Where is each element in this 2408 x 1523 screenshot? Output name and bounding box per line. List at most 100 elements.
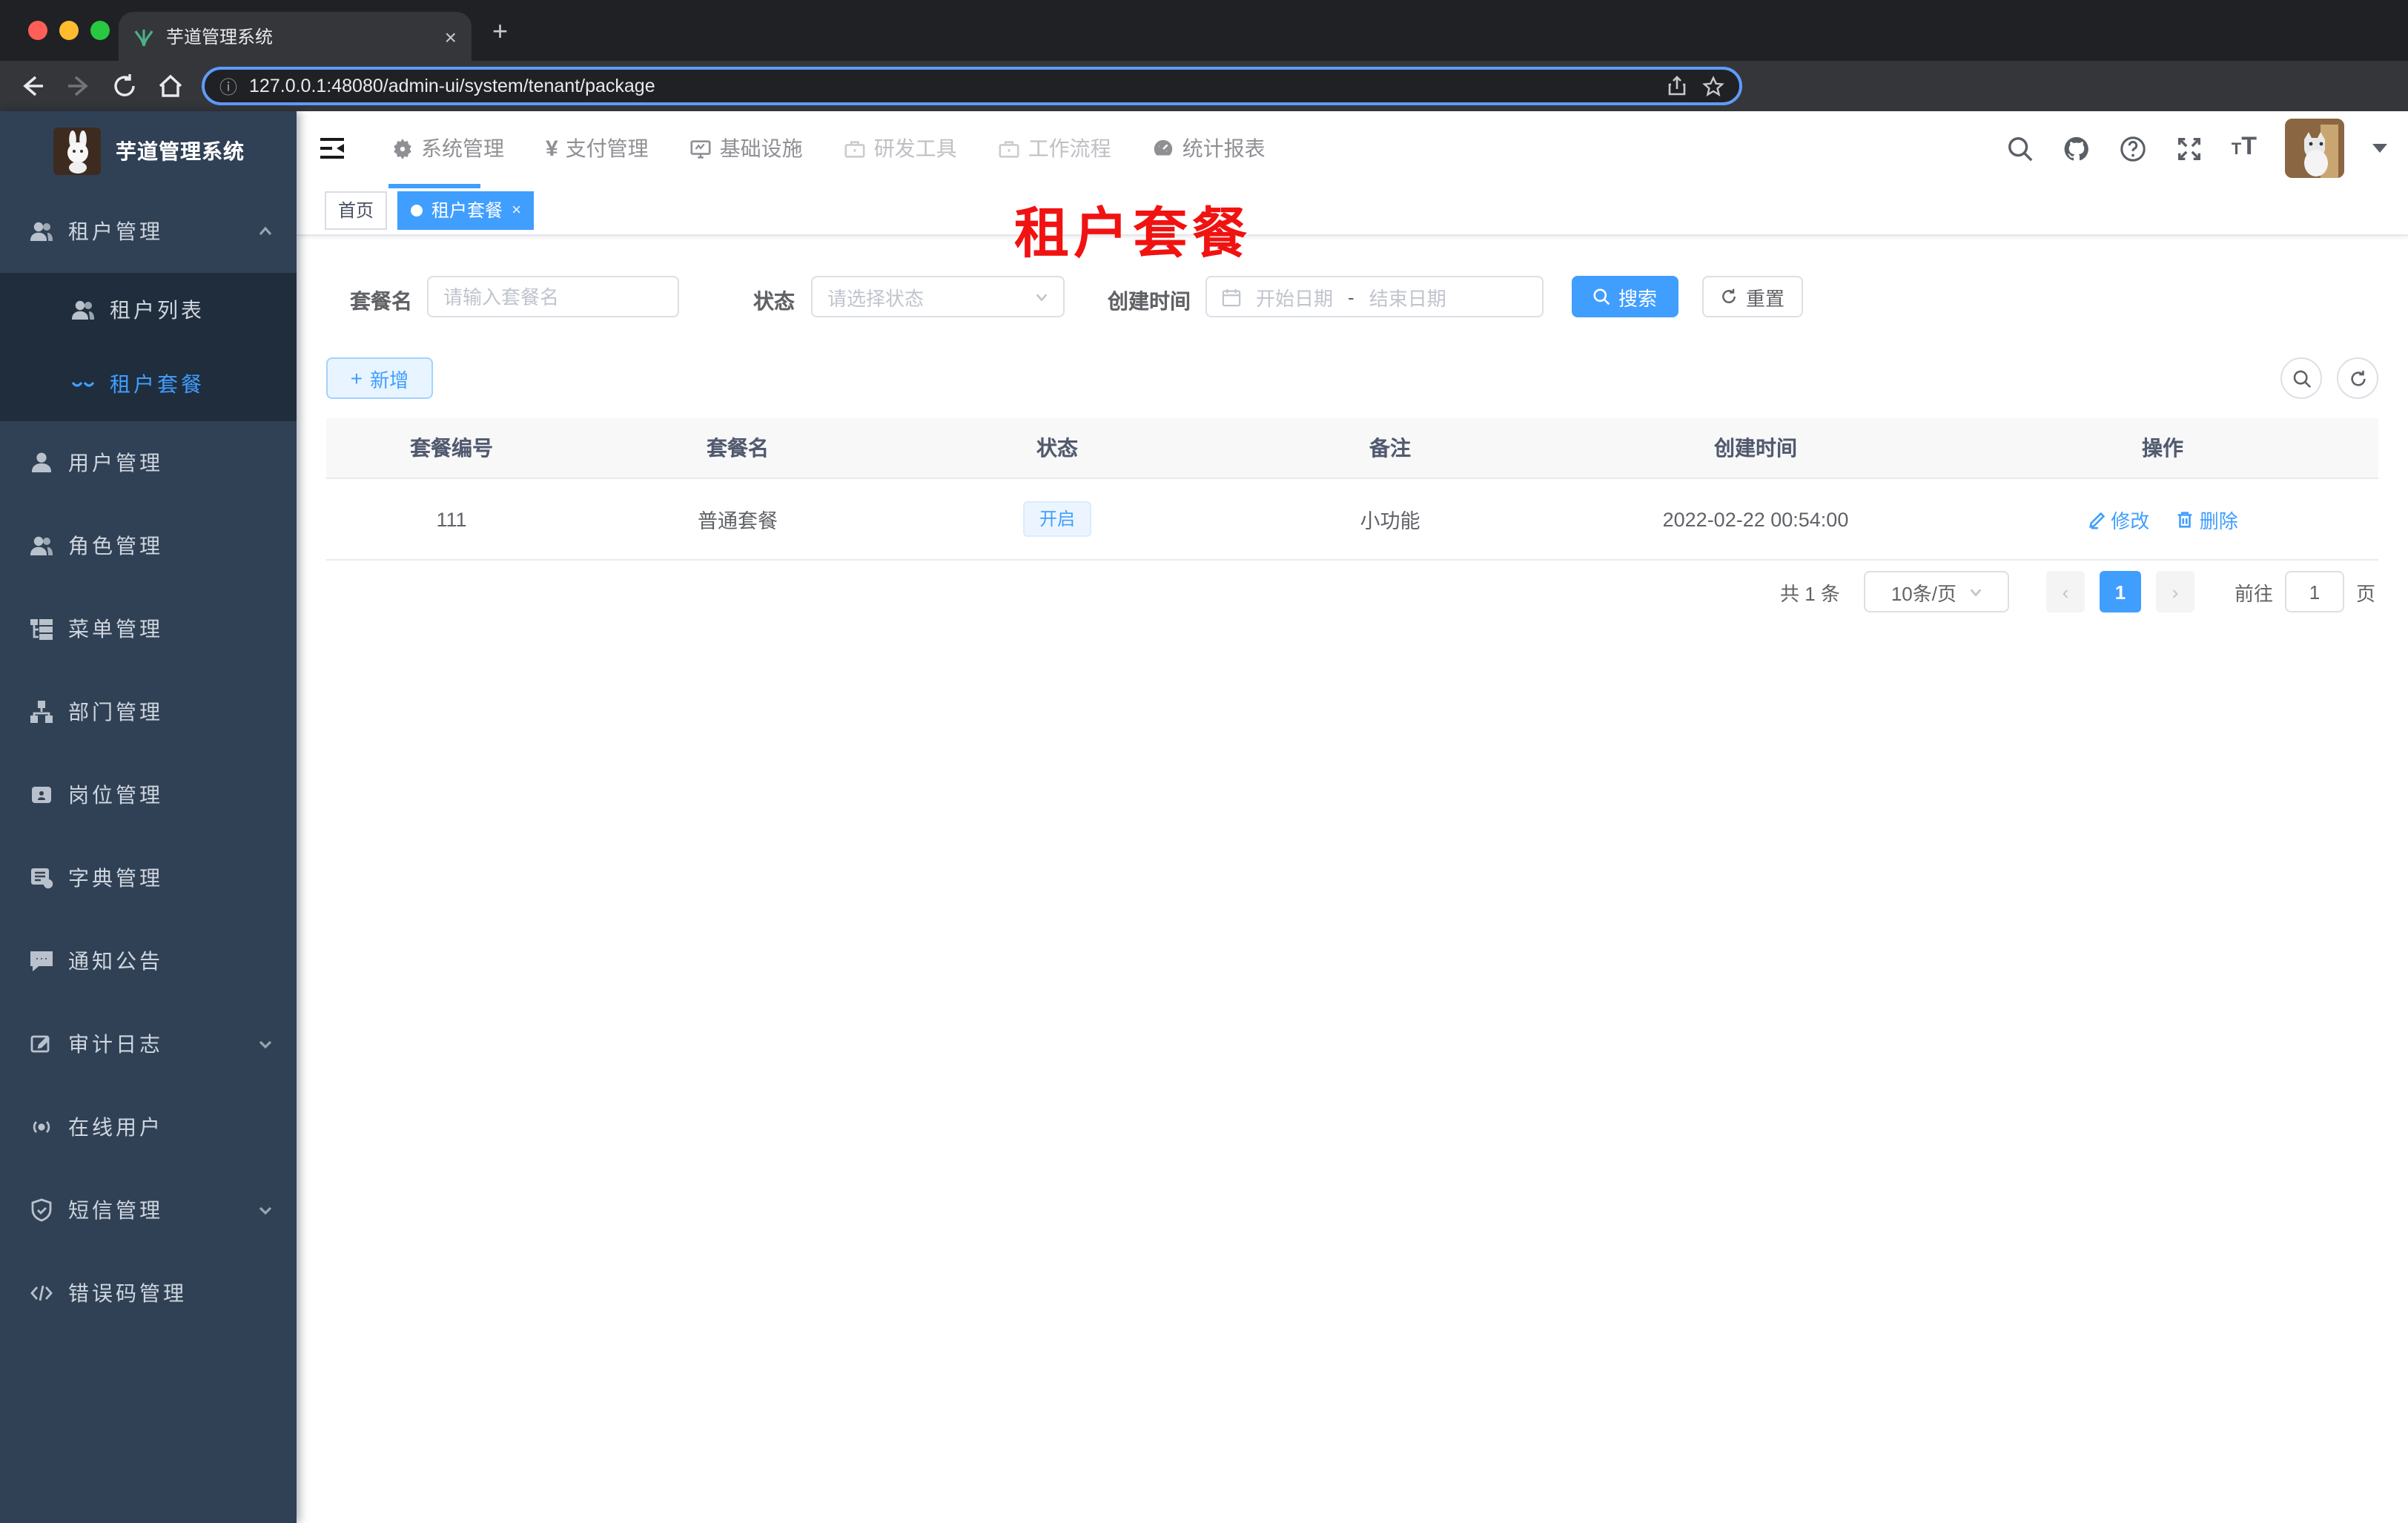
sidebar-item-dept-management[interactable]: 部门管理 — [0, 670, 297, 753]
start-date-placeholder: 开始日期 — [1256, 287, 1334, 309]
sidebar-item-online-users[interactable]: 在线用户 — [0, 1086, 297, 1169]
new-tab-button[interactable]: + — [492, 18, 508, 44]
font-size-icon[interactable]: TT — [2232, 132, 2257, 165]
users-icon — [30, 536, 53, 555]
address-bar[interactable]: ⓘ 127.0.0.1:48080/admin-ui/system/tenant… — [202, 67, 1742, 105]
calendar-icon — [1222, 288, 1241, 306]
sidebar-item-audit-log[interactable]: 审计日志 — [0, 1002, 297, 1086]
search-icon[interactable] — [2006, 134, 2034, 162]
add-button[interactable]: + 新增 — [326, 357, 433, 399]
reload-icon[interactable] — [110, 71, 139, 101]
top-nav-system[interactable]: 系统管理 — [371, 111, 525, 188]
refresh-table-button[interactable] — [2337, 357, 2378, 399]
top-nav-workflow[interactable]: 工作流程 — [978, 111, 1132, 185]
top-nav-label: 工作流程 — [1028, 136, 1111, 160]
tag-tenant-package[interactable]: 租户套餐 × — [397, 191, 535, 229]
top-nav-payment[interactable]: ¥ 支付管理 — [525, 111, 669, 185]
edit-link[interactable]: 修改 — [2087, 505, 2149, 533]
sidebar-item-user-management[interactable]: 用户管理 — [0, 421, 297, 504]
badge-icon — [32, 787, 51, 803]
sidebar-item-tenant-management[interactable]: 租户管理 — [0, 190, 297, 273]
window-zoom-button[interactable] — [90, 21, 110, 40]
sidebar-item-label: 部门管理 — [68, 700, 163, 724]
back-icon[interactable] — [18, 71, 47, 101]
code-icon — [30, 1285, 53, 1301]
tag-close-icon[interactable]: × — [512, 192, 521, 228]
sidebar-item-error-code[interactable]: 错误码管理 — [0, 1252, 297, 1335]
org-chart-icon — [30, 701, 53, 723]
col-header-remark: 备注 — [1216, 418, 1564, 479]
sidebar-item-label: 字典管理 — [68, 866, 163, 890]
tab-close-icon[interactable]: × — [445, 24, 457, 48]
sidebar-item-post-management[interactable]: 岗位管理 — [0, 753, 297, 836]
share-icon[interactable] — [1667, 76, 1687, 96]
status-badge: 开启 — [1022, 501, 1091, 537]
chevron-down-icon — [259, 1040, 272, 1049]
sidebar: 芋道管理系统 租户管理 租户列表 租户套餐 用户管理 角色管理 菜单管理 部门管… — [0, 111, 297, 1523]
home-icon[interactable] — [156, 71, 185, 101]
package-name-input[interactable] — [427, 276, 679, 317]
sidebar-collapse-icon[interactable] — [317, 133, 347, 163]
browser-tab[interactable]: 芋道管理系统 × — [119, 12, 472, 61]
cell-remark: 小功能 — [1216, 478, 1564, 561]
delete-link[interactable]: 删除 — [2176, 505, 2238, 533]
tag-home[interactable]: 首页 — [325, 191, 388, 229]
sidebar-item-label: 审计日志 — [68, 1032, 163, 1056]
tab-strip: 芋道管理系统 × + — [0, 0, 2408, 61]
window-minimize-button[interactable] — [59, 21, 79, 40]
site-info-icon[interactable]: ⓘ — [219, 73, 237, 99]
reset-button[interactable]: 重置 — [1702, 276, 1803, 317]
sidebar-item-role-management[interactable]: 角色管理 — [0, 504, 297, 587]
date-range-picker[interactable]: 开始日期 - 结束日期 — [1205, 276, 1544, 317]
filter-time-label: 创建时间 — [1108, 289, 1191, 313]
pencil-icon — [2088, 511, 2105, 529]
sidebar-item-menu-management[interactable]: 菜单管理 — [0, 587, 297, 670]
end-date-placeholder: 结束日期 — [1369, 287, 1446, 309]
github-icon[interactable] — [2063, 134, 2091, 162]
sidebar-item-notice[interactable]: 通知公告 — [0, 919, 297, 1002]
trash-icon — [2178, 511, 2193, 527]
tag-label: 租户套餐 — [431, 199, 503, 220]
gear-icon — [394, 138, 411, 159]
current-page-button[interactable]: 1 — [2099, 571, 2141, 612]
toggle-search-button[interactable] — [2280, 357, 2322, 399]
help-icon[interactable] — [2119, 134, 2147, 162]
chevron-down-icon — [259, 1206, 272, 1215]
navbar-right: TT — [2006, 111, 2387, 185]
sidebar-item-label: 在线用户 — [68, 1115, 163, 1139]
sidebar-item-tenant-package[interactable]: 租户套餐 — [0, 347, 297, 421]
col-header-name: 套餐名 — [577, 418, 899, 479]
sidebar-item-tenant-list[interactable]: 租户列表 — [0, 273, 297, 347]
sidebar-item-label: 通知公告 — [68, 949, 163, 973]
avatar[interactable] — [2285, 119, 2344, 178]
top-nav-reports[interactable]: 统计报表 — [1132, 111, 1286, 185]
search-button[interactable]: 搜索 — [1572, 276, 1678, 317]
page-size-value: 10条/页 — [1891, 582, 1956, 604]
pagination-total: 共 1 条 — [1780, 582, 1840, 604]
favicon-plant-icon — [134, 29, 153, 46]
avatar-caret-icon[interactable] — [2372, 144, 2387, 153]
status-select[interactable]: 请选择状态 — [811, 276, 1065, 317]
top-nav-dev-tools[interactable]: 研发工具 — [824, 111, 978, 185]
window-close-button[interactable] — [28, 21, 47, 40]
col-header-created: 创建时间 — [1564, 418, 1947, 479]
sidebar-item-sms-management[interactable]: 短信管理 — [0, 1169, 297, 1252]
top-nav-infrastructure[interactable]: 基础设施 — [669, 111, 824, 185]
package-table: 套餐编号 套餐名 状态 备注 创建时间 操作 111 普通套餐 开启 小功能 2… — [326, 418, 2378, 561]
top-nav: 系统管理 ¥ 支付管理 基础设施 研发工具 工作流程 统计报表 — [371, 111, 1286, 188]
bookmark-star-icon[interactable] — [1702, 75, 1724, 97]
next-page-button[interactable]: › — [2155, 571, 2194, 612]
forward-icon[interactable] — [64, 71, 93, 101]
url-text[interactable]: 127.0.0.1:48080/admin-ui/system/tenant/p… — [249, 76, 1652, 96]
goto-label: 前往 — [2234, 582, 2273, 604]
select-caret-icon — [1036, 293, 1048, 301]
cell-package-name: 普通套餐 — [577, 478, 899, 561]
search-icon — [2292, 369, 2311, 388]
app-logo[interactable]: 芋道管理系统 — [0, 111, 297, 190]
goto-page-input[interactable] — [2284, 571, 2344, 612]
page-size-select[interactable]: 10条/页 — [1863, 571, 2009, 612]
sidebar-item-dict-management[interactable]: 字典管理 — [0, 836, 297, 919]
filter-name-label: 套餐名 — [350, 289, 412, 313]
fullscreen-icon[interactable] — [2175, 134, 2203, 162]
prev-page-button[interactable]: ‹ — [2045, 571, 2085, 612]
